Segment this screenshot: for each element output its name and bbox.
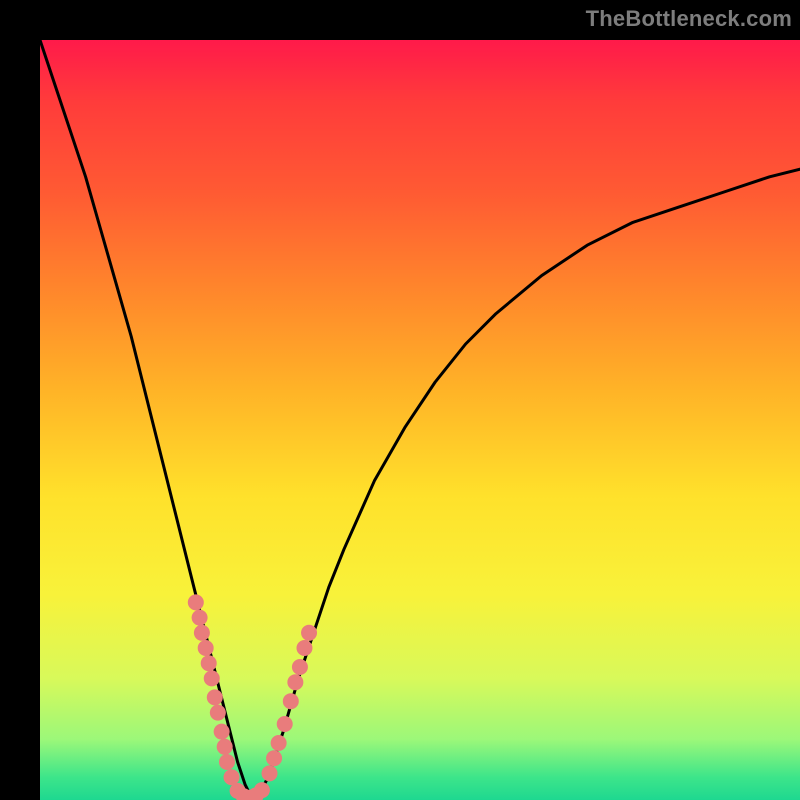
watermark-text: TheBottleneck.com — [586, 6, 792, 32]
cluster-point — [262, 765, 278, 781]
cluster-point — [254, 782, 270, 798]
cluster-point — [198, 640, 214, 656]
bottleneck-curve — [40, 40, 800, 800]
cluster-point — [283, 693, 299, 709]
cluster-point — [277, 716, 293, 732]
cluster-point — [296, 640, 312, 656]
plot-area — [40, 40, 800, 800]
cluster-point — [292, 659, 308, 675]
cluster-point — [192, 610, 208, 626]
cluster-point — [271, 735, 287, 751]
cluster-point — [210, 705, 226, 721]
cluster-point — [287, 674, 303, 690]
cluster-point — [224, 769, 240, 785]
cluster-point — [194, 625, 210, 641]
cluster-point — [188, 594, 204, 610]
cluster-point — [204, 670, 220, 686]
cluster-point — [201, 655, 217, 671]
cluster-point — [217, 739, 233, 755]
cluster-point — [207, 689, 223, 705]
chart-frame: TheBottleneck.com — [0, 0, 800, 800]
cluster-point — [266, 750, 282, 766]
chart-svg — [40, 40, 800, 800]
cluster-point — [301, 625, 317, 641]
cluster-point — [219, 754, 235, 770]
cluster-point — [214, 724, 230, 740]
